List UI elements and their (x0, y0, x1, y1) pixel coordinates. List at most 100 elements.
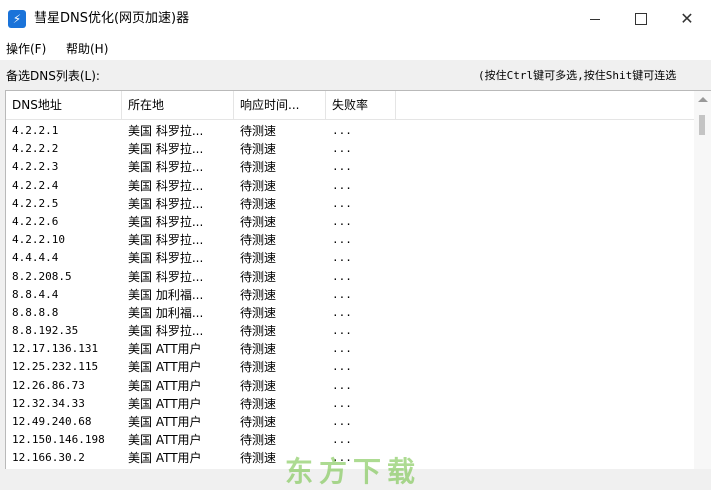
dns-address-cell: 12.150.146.198 (12, 433, 105, 447)
table-row[interactable]: 12.25.232.115 美国 ATT用户 待测速... (6, 358, 696, 376)
menu-help[interactable]: 帮助(H) (66, 42, 108, 56)
failure-rate-cell: ... (332, 342, 352, 356)
response-time-cell: 待测速 (240, 415, 277, 429)
column-header-response-time[interactable]: 响应时间... (234, 91, 326, 119)
vertical-scrollbar[interactable] (694, 91, 711, 469)
table-row[interactable]: 4.2.2.3 美国 科罗拉... 待测速... (6, 158, 696, 176)
response-time-cell: 待测速 (240, 233, 277, 248)
close-icon: ✕ (680, 9, 694, 28)
response-time-cell: 待测速 (240, 433, 277, 448)
location-cell: 美国 科罗拉... (128, 233, 204, 248)
dns-address-cell: 4.2.2.6 (12, 214, 59, 228)
location-cell: 美国 科罗拉... (128, 142, 204, 157)
failure-rate-cell: ... (332, 396, 352, 410)
failure-rate-cell: ... (332, 214, 352, 228)
failure-rate-cell: ... (332, 433, 352, 447)
table-row[interactable]: 4.2.2.6 美国 科罗拉... 待测速... (6, 213, 696, 231)
dns-address-cell: 4.2.2.1 (12, 124, 59, 137)
response-time-cell: 待测速 (240, 178, 277, 193)
table-row[interactable]: 12.150.146.198 美国 ATT用户 待测速... (6, 431, 696, 449)
failure-rate-cell: ... (332, 360, 352, 374)
response-time-cell: 待测速 (240, 251, 277, 266)
table-row[interactable]: 8.8.4.4 美国 加利福... 待测速... (6, 286, 696, 304)
dns-rows: 4.2.2.1 美国 科罗拉... 待测速... 4.2.2.2 美国 科罗拉... 待测… (6, 122, 696, 468)
response-time-cell: 待测速 (240, 214, 277, 229)
dns-address-cell: 8.8.192.35 (12, 324, 79, 338)
location-cell: 美国 科罗拉... (128, 324, 204, 339)
table-row[interactable]: 4.2.2.1 美国 科罗拉... 待测速... (6, 122, 696, 140)
location-cell: 美国 ATT用户 (128, 415, 202, 429)
failure-rate-cell: ... (332, 269, 352, 283)
failure-rate-cell: ... (332, 305, 352, 319)
response-time-cell: 待测速 (240, 378, 277, 393)
failure-rate-cell: ... (332, 324, 352, 338)
column-header-dns-address[interactable]: DNS地址 (6, 91, 122, 119)
table-row[interactable]: 4.2.2.2 美国 科罗拉... 待测速... (6, 140, 696, 158)
dns-address-cell: 12.26.86.73 (12, 378, 85, 392)
location-cell: 美国 ATT用户 (128, 342, 202, 357)
multi-select-hint: (按住Ctrl键可多选,按住Shit键可连选 (478, 69, 677, 82)
failure-rate-cell: ... (332, 124, 352, 137)
table-row[interactable]: 12.32.34.33 美国 ATT用户 待测速... (6, 395, 696, 413)
location-cell: 美国 科罗拉... (128, 214, 204, 229)
table-row[interactable]: 8.8.192.35 美国 科罗拉... 待测速... (6, 322, 696, 340)
failure-rate-cell: ... (332, 287, 352, 301)
table-row[interactable]: 12.26.86.73 美国 ATT用户 待测速... (6, 377, 696, 395)
response-time-cell: 待测速 (240, 396, 277, 411)
failure-rate-cell: ... (332, 233, 352, 247)
response-time-cell: 待测速 (240, 324, 277, 339)
dns-address-cell: 8.8.8.8 (12, 305, 59, 319)
table-row[interactable]: 8.2.208.5 美国 科罗拉... 待测速... (6, 268, 696, 286)
dns-address-cell: 12.17.136.131 (12, 342, 99, 356)
dns-address-cell: 12.32.34.33 (12, 396, 85, 410)
response-time-cell: 待测速 (240, 342, 277, 357)
table-row[interactable]: 12.17.136.131 美国 ATT用户 待测速... (6, 340, 696, 358)
response-time-cell: 待测速 (240, 124, 277, 138)
failure-rate-cell: ... (332, 251, 352, 265)
table-row[interactable]: 8.8.8.8 美国 加利福... 待测速... (6, 304, 696, 322)
location-cell: 美国 科罗拉... (128, 124, 204, 138)
location-cell: 美国 ATT用户 (128, 378, 202, 393)
location-cell: 美国 ATT用户 (128, 433, 202, 448)
window-title: 彗星DNS优化(网页加速)器 (34, 11, 190, 26)
scroll-thumb[interactable] (699, 115, 705, 135)
column-header-failure-rate[interactable]: 失败率 (326, 91, 396, 119)
dns-list-label: 备选DNS列表(L): (6, 69, 100, 83)
table-row[interactable]: 4.2.2.10 美国 科罗拉... 待测速... (6, 231, 696, 249)
close-button[interactable]: ✕ (664, 0, 710, 38)
title-bar: ⚡ 彗星DNS优化(网页加速)器 ✕ (0, 0, 711, 39)
app-lightning-icon: ⚡ (8, 10, 26, 28)
location-cell: 美国 加利福... (128, 287, 204, 302)
dns-address-cell: 8.8.4.4 (12, 287, 59, 301)
failure-rate-cell: ... (332, 178, 352, 192)
location-cell: 美国 加利福... (128, 305, 204, 320)
failure-rate-cell: ... (332, 196, 352, 210)
dns-address-cell: 4.2.2.5 (12, 196, 59, 210)
minimize-button[interactable] (572, 0, 618, 38)
location-cell: 美国 科罗拉... (128, 178, 204, 193)
failure-rate-cell: ... (332, 415, 352, 428)
menu-operate[interactable]: 操作(F) (6, 42, 46, 56)
column-header-location[interactable]: 所在地 (122, 91, 234, 119)
location-cell: 美国 ATT用户 (128, 451, 202, 466)
location-cell: 美国 科罗拉... (128, 160, 204, 175)
scroll-up-icon[interactable] (698, 97, 708, 102)
table-row[interactable]: 4.2.2.5 美国 科罗拉... 待测速... (6, 195, 696, 213)
menu-bar: 操作(F) 帮助(H) (0, 38, 711, 60)
dns-address-cell: 8.2.208.5 (12, 269, 72, 283)
dns-address-cell: 12.25.232.115 (12, 360, 99, 374)
dns-listview[interactable]: DNS地址 所在地 响应时间... 失败率 4.2.2.1 美国 科罗拉... 待测… (5, 90, 711, 469)
response-time-cell: 待测速 (240, 269, 277, 284)
watermark: 东方下载 (285, 455, 422, 488)
response-time-cell: 待测速 (240, 160, 277, 175)
response-time-cell: 待测速 (240, 142, 277, 157)
location-cell: 美国 ATT用户 (128, 396, 202, 411)
minimize-icon (590, 18, 600, 20)
table-row[interactable]: 12.49.240.68 美国 ATT用户 待测速... (6, 413, 696, 431)
dns-address-cell: 4.2.2.2 (12, 142, 59, 156)
maximize-button[interactable] (618, 0, 664, 38)
table-row[interactable]: 4.2.2.4 美国 科罗拉... 待测速... (6, 177, 696, 195)
dns-address-cell: 4.2.2.4 (12, 178, 59, 192)
table-row[interactable]: 4.4.4.4 美国 科罗拉... 待测速... (6, 249, 696, 267)
maximize-icon (635, 13, 647, 25)
